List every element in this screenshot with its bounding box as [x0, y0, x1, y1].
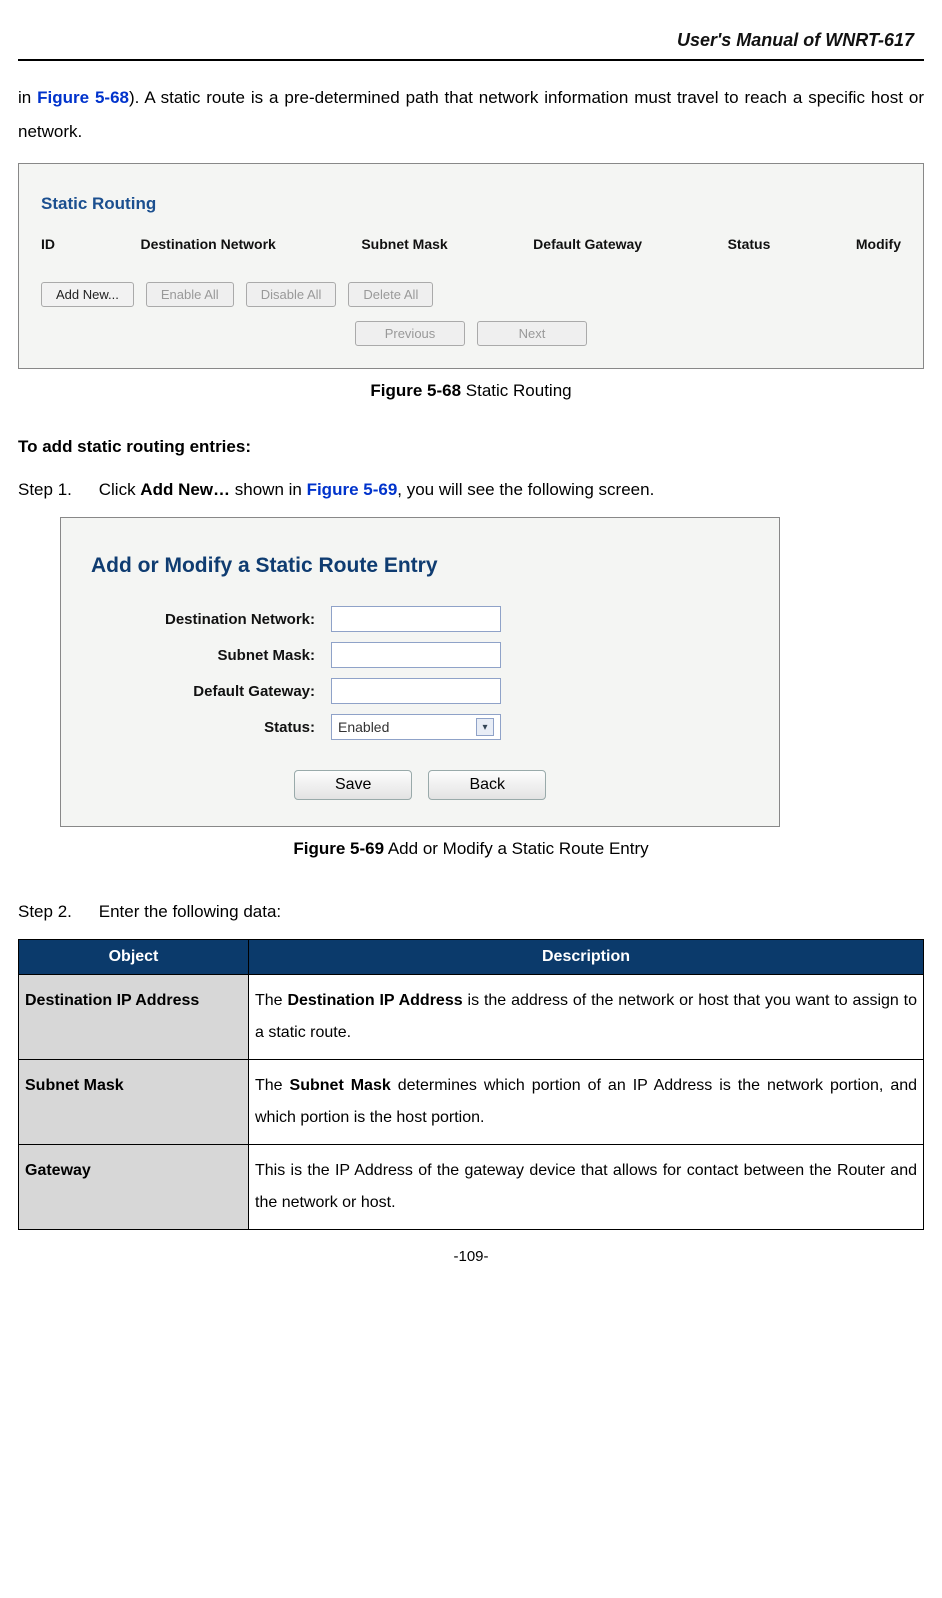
- col-dest-network: Destination Network: [140, 236, 275, 252]
- desc-pre-0: The: [255, 992, 287, 1009]
- input-destination-network[interactable]: [331, 606, 501, 632]
- doc-title: User's Manual of WNRT-617: [18, 30, 924, 51]
- col-default-gateway: Default Gateway: [533, 236, 642, 252]
- previous-button[interactable]: Previous: [355, 321, 465, 346]
- static-routing-panel: Static Routing ID Destination Network Su…: [19, 164, 923, 368]
- col-id: ID: [41, 236, 55, 252]
- col-modify: Modify: [856, 236, 901, 252]
- row-subnet-mask: Subnet Mask:: [91, 642, 749, 668]
- select-status-value: Enabled: [338, 719, 389, 735]
- static-routing-title: Static Routing: [41, 194, 901, 214]
- label-status: Status:: [91, 719, 331, 736]
- save-button[interactable]: Save: [294, 770, 412, 800]
- step-1-before: Click: [99, 480, 141, 499]
- col-subnet-mask: Subnet Mask: [361, 236, 447, 252]
- label-default-gateway: Default Gateway:: [91, 683, 331, 700]
- table-header-object: Object: [19, 940, 249, 975]
- cell-obj-1: Subnet Mask: [19, 1060, 249, 1145]
- step-2: Step 2. Enter the following data:: [18, 895, 924, 929]
- step-1-label: Step 1.: [18, 473, 94, 507]
- table-header-description: Description: [249, 940, 924, 975]
- cell-desc-2: This is the IP Address of the gateway de…: [249, 1145, 924, 1230]
- figure-5-69-caption: Figure 5-69 Add or Modify a Static Route…: [18, 839, 924, 859]
- intro-prefix: in: [18, 88, 37, 107]
- table-row: Destination IP Address The Destination I…: [19, 975, 924, 1060]
- save-back-row: Save Back: [91, 770, 749, 800]
- button-row-2: Previous Next: [41, 321, 901, 346]
- add-entries-heading: To add static routing entries:: [18, 437, 924, 457]
- step-1-bold: Add New…: [140, 480, 230, 499]
- disable-all-button[interactable]: Disable All: [246, 282, 337, 307]
- cell-desc-1: The Subnet Mask determines which portion…: [249, 1060, 924, 1145]
- label-subnet-mask: Subnet Mask:: [91, 647, 331, 664]
- figure-5-69-box: Add or Modify a Static Route Entry Desti…: [60, 517, 780, 827]
- input-default-gateway[interactable]: [331, 678, 501, 704]
- label-destination-network: Destination Network:: [91, 611, 331, 628]
- figure-5-68-box: Static Routing ID Destination Network Su…: [18, 163, 924, 369]
- caption-label-5-68: Figure 5-68: [370, 381, 461, 400]
- delete-all-button[interactable]: Delete All: [348, 282, 433, 307]
- next-button[interactable]: Next: [477, 321, 587, 346]
- step-2-label: Step 2.: [18, 895, 94, 929]
- description-table: Object Description Destination IP Addres…: [18, 939, 924, 1230]
- cell-desc-0: The Destination IP Address is the addres…: [249, 975, 924, 1060]
- step-1-mid: shown in: [230, 480, 307, 499]
- back-button[interactable]: Back: [428, 770, 546, 800]
- figure-ref-5-68: Figure 5-68: [37, 88, 129, 107]
- col-status: Status: [728, 236, 771, 252]
- desc-post-2: This is the IP Address of the gateway de…: [255, 1162, 917, 1211]
- step-1-after: , you will see the following screen.: [397, 480, 654, 499]
- page-number: -109-: [18, 1248, 924, 1265]
- button-row-1: Add New... Enable All Disable All Delete…: [41, 282, 901, 307]
- desc-pre-1: The: [255, 1077, 290, 1094]
- desc-bold-1: Subnet Mask: [290, 1077, 391, 1094]
- figure-5-68-caption: Figure 5-68 Static Routing: [18, 381, 924, 401]
- table-row: Gateway This is the IP Address of the ga…: [19, 1145, 924, 1230]
- intro-rest: ). A static route is a pre-determined pa…: [18, 88, 924, 141]
- header-divider: [18, 59, 924, 61]
- add-new-button[interactable]: Add New...: [41, 282, 134, 307]
- figure-ref-5-69: Figure 5-69: [307, 480, 398, 499]
- cell-obj-2: Gateway: [19, 1145, 249, 1230]
- caption-text-5-69: Add or Modify a Static Route Entry: [384, 839, 649, 858]
- add-modify-title: Add or Modify a Static Route Entry: [91, 554, 749, 578]
- static-routing-columns: ID Destination Network Subnet Mask Defau…: [41, 236, 901, 252]
- desc-bold-0: Destination IP Address: [287, 992, 462, 1009]
- caption-label-5-69: Figure 5-69: [293, 839, 384, 858]
- select-status[interactable]: Enabled ▾: [331, 714, 501, 740]
- add-modify-panel: Add or Modify a Static Route Entry Desti…: [61, 518, 779, 826]
- row-destination-network: Destination Network:: [91, 606, 749, 632]
- step-2-text: Enter the following data:: [99, 902, 281, 921]
- cell-obj-0: Destination IP Address: [19, 975, 249, 1060]
- step-1: Step 1. Click Add New… shown in Figure 5…: [18, 473, 924, 507]
- caption-text-5-68: Static Routing: [461, 381, 572, 400]
- input-subnet-mask[interactable]: [331, 642, 501, 668]
- chevron-down-icon: ▾: [476, 718, 494, 736]
- row-default-gateway: Default Gateway:: [91, 678, 749, 704]
- enable-all-button[interactable]: Enable All: [146, 282, 234, 307]
- row-status: Status: Enabled ▾: [91, 714, 749, 740]
- intro-paragraph: in Figure 5-68). A static route is a pre…: [18, 81, 924, 149]
- table-row: Subnet Mask The Subnet Mask determines w…: [19, 1060, 924, 1145]
